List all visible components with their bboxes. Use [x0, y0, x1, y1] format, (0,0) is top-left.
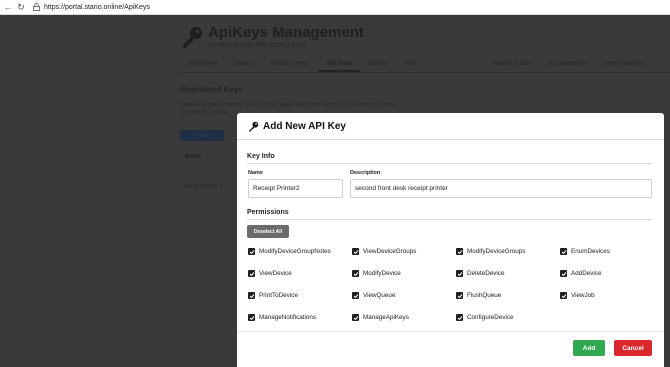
permission-label: ViewQueue — [363, 292, 396, 299]
permission-add-device[interactable]: AddDevice — [560, 269, 601, 278]
description-field[interactable] — [350, 179, 652, 198]
permission-label: ManageApiKeys — [363, 314, 409, 321]
permission-manage-notifications[interactable]: ManageNotifications — [248, 313, 316, 322]
permissions-heading: Permissions — [247, 209, 289, 216]
main-nav: Dashboard Devices Device Groups API Keys… — [180, 58, 423, 72]
permission-modify-device[interactable]: ModifyDevice — [352, 269, 401, 278]
permission-manage-api-keys[interactable]: ManageApiKeys — [352, 313, 409, 322]
checkbox[interactable] — [456, 248, 463, 255]
dialog-footer-divider — [237, 331, 664, 332]
checkbox[interactable] — [560, 248, 567, 255]
checkbox[interactable] — [248, 314, 255, 321]
nav-divider — [180, 72, 670, 73]
permission-delete-device[interactable]: DeleteDevice — [456, 269, 504, 278]
permission-print-to-device[interactable]: PrintToDevice — [248, 291, 298, 300]
checkbox[interactable] — [456, 292, 463, 299]
tab-service-status[interactable]: Service Status — [484, 58, 539, 72]
user-menu[interactable]: Juan (Develope — [595, 58, 653, 72]
back-arrow-icon[interactable]: ← — [3, 1, 13, 13]
key-icon — [248, 121, 259, 132]
permission-view-job[interactable]: ViewJob — [560, 291, 595, 300]
table-header-name: Name — [185, 154, 202, 160]
new-key-button-label: New — [198, 132, 211, 139]
permission-label: FlushQueue — [467, 292, 502, 299]
checkbox[interactable] — [352, 314, 359, 321]
tab-api-keys[interactable]: API Keys — [318, 58, 361, 72]
permission-label: ConfigureDevice — [467, 314, 514, 321]
permission-view-device-groups[interactable]: ViewDeviceGroups — [352, 247, 416, 256]
new-key-button[interactable]: + New — [180, 130, 224, 141]
checkbox[interactable] — [456, 270, 463, 277]
permissions-divider — [247, 219, 652, 220]
checkbox[interactable] — [248, 270, 255, 277]
tab-history[interactable]: History — [360, 58, 395, 72]
permission-label: ManageNotifications — [259, 314, 317, 321]
secondary-nav: Service Status Documentation Juan (Devel… — [484, 58, 653, 72]
checkbox[interactable] — [560, 270, 567, 277]
name-field[interactable] — [248, 179, 343, 198]
checkbox[interactable] — [248, 292, 255, 299]
browser-toolbar: ← ↻ https://portal.stario.online/ApiKeys — [0, 0, 670, 15]
section-description-2: This API key will be — [180, 110, 228, 116]
checkbox[interactable] — [352, 248, 359, 255]
tab-dashboard[interactable]: Dashboard — [180, 58, 225, 72]
permission-modify-device-groups[interactable]: ModifyDeviceGroups — [456, 247, 525, 256]
checkbox[interactable] — [456, 314, 463, 321]
section-description: Keys allow you to manage which of your a… — [180, 102, 398, 108]
tab-help[interactable]: Help — [395, 58, 423, 72]
page-subtitle: Configure your API access keys — [208, 42, 307, 49]
key-info-divider — [247, 163, 652, 164]
checkbox[interactable] — [248, 248, 255, 255]
add-button[interactable]: Add — [573, 340, 605, 356]
permission-configure-device[interactable]: ConfigureDevice — [456, 313, 514, 322]
address-bar[interactable]: https://portal.stario.online/ApiKeys — [44, 4, 150, 11]
permission-label: ViewJob — [571, 292, 595, 299]
permission-label: PrintToDevice — [259, 292, 298, 299]
page-title: ApiKeys Management — [208, 24, 364, 41]
permission-modify-device-group-notes[interactable]: ModifyDeviceGroupNotes — [248, 247, 331, 256]
cancel-button[interactable]: Cancel — [614, 340, 652, 356]
permission-label: DeleteDevice — [467, 270, 505, 277]
permission-label: ModifyDeviceGroups — [467, 248, 526, 255]
tab-documentation[interactable]: Documentation — [539, 58, 595, 72]
permission-label: ViewDeviceGroups — [363, 248, 417, 255]
name-label: Name — [248, 170, 263, 176]
tab-device-groups[interactable]: Device Groups — [263, 58, 319, 72]
checkbox[interactable] — [352, 292, 359, 299]
dialog-title: Add New API Key — [263, 121, 346, 132]
key-info-heading: Key Info — [247, 153, 275, 160]
permission-label: EnumDevices — [571, 248, 610, 255]
permission-label: ViewDevice — [259, 270, 292, 277]
dialog-header: Add New API Key — [237, 113, 664, 140]
permission-flush-queue[interactable]: FlushQueue — [456, 291, 501, 300]
permission-enum-devices[interactable]: EnumDevices — [560, 247, 610, 256]
tab-devices[interactable]: Devices — [225, 58, 262, 72]
section-heading: Registered Keys — [180, 85, 243, 94]
permission-label: ModifyDevice — [363, 270, 401, 277]
permission-view-device[interactable]: ViewDevice — [248, 269, 292, 278]
deselect-all-button[interactable]: Deselect All — [247, 225, 289, 238]
key-icon — [183, 27, 202, 48]
permission-view-queue[interactable]: ViewQueue — [352, 291, 395, 300]
add-api-key-dialog: Add New API Key Key Info Name Descriptio… — [237, 113, 664, 367]
lock-icon[interactable] — [32, 3, 41, 12]
permission-label: ModifyDeviceGroupNotes — [259, 248, 331, 255]
reload-icon[interactable]: ↻ — [16, 1, 26, 13]
table-row[interactable]: Back Printer 1 — [185, 184, 223, 190]
description-label: Description — [350, 170, 381, 176]
checkbox[interactable] — [352, 270, 359, 277]
checkbox[interactable] — [560, 292, 567, 299]
permission-label: AddDevice — [571, 270, 602, 277]
